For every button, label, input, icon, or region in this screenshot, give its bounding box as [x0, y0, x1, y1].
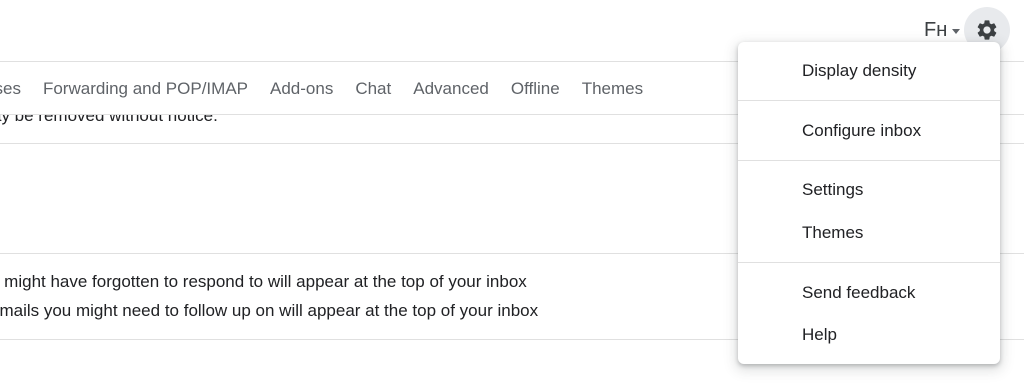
menu-item-label: Help	[802, 325, 837, 344]
nudge-followup-text: emails you might need to follow up on wi…	[0, 301, 539, 320]
tab-forwarding[interactable]: Forwarding and POP/IMAP	[43, 79, 248, 99]
tab-advanced[interactable]: Advanced	[413, 79, 489, 99]
settings-page: Fʜ ay be removed without notice. sses Fo…	[0, 0, 1024, 387]
tab-offline[interactable]: Offline	[511, 79, 560, 99]
menu-separator	[738, 262, 1000, 263]
tab-add-ons[interactable]: Add-ons	[270, 79, 333, 99]
menu-item-label: Settings	[802, 180, 864, 199]
menu-item-configure-inbox[interactable]: Configure inbox	[738, 112, 1000, 150]
input-tools-label: Fʜ	[924, 18, 948, 41]
menu-item-settings[interactable]: Settings	[738, 171, 1000, 209]
nudge-reply-text: u might have forgotten to respond to wil…	[0, 272, 527, 291]
settings-tabs: sses Forwarding and POP/IMAP Add-ons Cha…	[0, 64, 666, 114]
menu-item-label: Configure inbox	[802, 121, 922, 140]
menu-separator	[738, 160, 1000, 161]
menu-item-label: Themes	[802, 223, 864, 242]
chevron-down-icon	[952, 28, 961, 34]
menu-item-help[interactable]: Help	[738, 316, 1000, 354]
tab-themes[interactable]: Themes	[582, 79, 643, 99]
menu-item-display-density[interactable]: Display density	[738, 52, 1000, 90]
menu-separator	[738, 100, 1000, 101]
tab-addresses[interactable]: sses	[0, 79, 21, 99]
tab-chat[interactable]: Chat	[355, 79, 391, 99]
menu-item-themes[interactable]: Themes	[738, 214, 1000, 252]
menu-item-label: Send feedback	[802, 283, 916, 302]
menu-item-label: Display density	[802, 61, 917, 80]
menu-item-send-feedback[interactable]: Send feedback	[738, 274, 1000, 312]
settings-dropdown-menu: Display density Configure inbox Settings…	[738, 42, 1000, 364]
gear-icon	[977, 20, 997, 40]
